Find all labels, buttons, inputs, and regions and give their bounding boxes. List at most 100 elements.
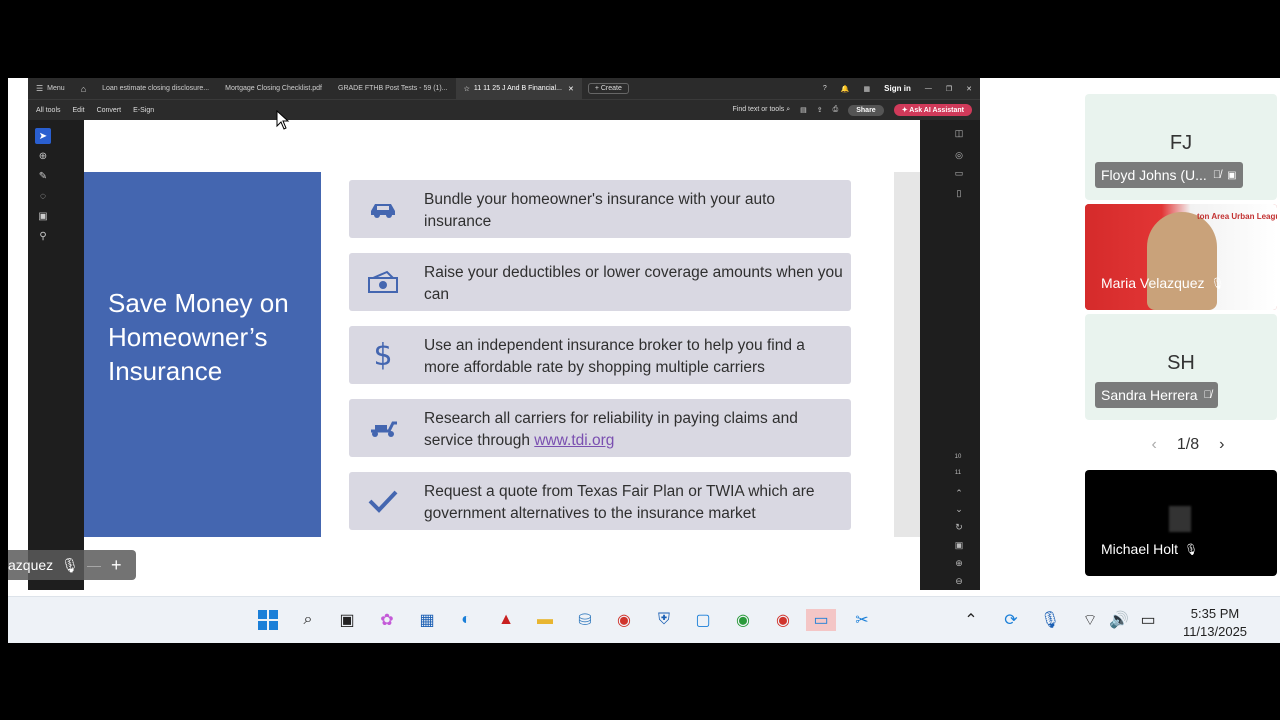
share-button[interactable]: Share [848, 104, 884, 116]
tip-text: Request a quote from Texas Fair Plan or … [424, 483, 815, 522]
file-explorer-icon[interactable]: ▬ [534, 609, 556, 631]
fit-page-icon[interactable]: ▣ [954, 540, 964, 550]
left-tool-rail: ➤ ⊕ ✎ ◌ ▣ ⚲ [28, 120, 84, 590]
tab-label: GRADE FTHB Post Tests - 59 (1)... [338, 85, 448, 92]
volume-icon[interactable]: 🔊 [1108, 609, 1130, 631]
tip-text: Use an independent insurance broker to h… [424, 337, 805, 376]
apps-icon[interactable]: ▦ [864, 85, 871, 93]
avatar-initials: FJ [1169, 132, 1193, 154]
microphone-icon: 🎙 [1210, 277, 1225, 290]
find-tools[interactable]: Find text or tools ⌕ [733, 106, 791, 114]
rotate-icon[interactable]: ↻ [954, 522, 964, 532]
remote-desktop-icon[interactable]: ▢ [692, 609, 714, 631]
checkmark-icon [365, 484, 401, 518]
print-icon[interactable]: ⎙ [833, 106, 839, 114]
zoom-out-icon[interactable]: ⊖ [954, 576, 964, 586]
acrobat-icon[interactable]: ▲ [495, 609, 517, 631]
page-up-icon[interactable]: ⌃ [954, 488, 964, 498]
shield-icon[interactable]: ⛨ [653, 609, 675, 631]
esign-menu[interactable]: E-Sign [133, 107, 154, 114]
edge-icon[interactable]: ◐ [455, 609, 477, 631]
zoom-in-icon[interactable]: ⊕ [954, 558, 964, 568]
car-icon [365, 192, 401, 226]
windows-start-icon[interactable] [257, 609, 279, 631]
chrome-profile-2-icon[interactable]: ◉ [772, 609, 794, 631]
convert-menu[interactable]: Convert [97, 107, 122, 114]
task-view-icon[interactable]: ▣ [336, 609, 358, 631]
help-icon[interactable]: ? [823, 85, 827, 92]
all-tools-menu[interactable]: All tools [36, 107, 61, 114]
bell-icon[interactable]: 🔔 [841, 85, 850, 93]
screen-share-icon: ▣ [1227, 169, 1237, 181]
microphone-icon[interactable]: 🎙 [1039, 609, 1061, 631]
chevron-right-icon[interactable]: › [1219, 436, 1224, 454]
participant-tile[interactable]: SH Sandra Herrera 🎙̸ [1085, 314, 1277, 420]
text-box-icon[interactable]: ▣ [35, 208, 51, 224]
pen-icon[interactable]: ✎ [35, 168, 51, 184]
tab-mortgage-checklist[interactable]: Mortgage Closing Checklist.pdf [217, 78, 330, 99]
comment-icon[interactable]: ◫ [954, 128, 964, 138]
document-page: Save Money on Homeowner’s Insurance Bund… [84, 120, 920, 590]
maximize-icon[interactable]: ❐ [946, 85, 952, 93]
view-icon[interactable]: ▤ [800, 106, 807, 114]
close-tab-icon[interactable]: ✕ [568, 85, 574, 93]
select-cursor-icon[interactable]: ➤ [35, 128, 51, 144]
participant-tile[interactable]: FJ Floyd Johns (U... 🎙̸ ▣ [1085, 94, 1277, 200]
zoom-app-icon[interactable]: ▭ [806, 609, 836, 631]
ai-label: Ask AI Assistant [909, 107, 964, 114]
chrome-profile-icon[interactable]: ◉ [732, 609, 754, 631]
pages-icon[interactable]: ▯ [954, 188, 964, 198]
wifi-icon[interactable]: ⌔ [1079, 609, 1101, 631]
tab-jb-financial[interactable]: ☆ 11 11 25 J And B Financial... ✕ [455, 78, 582, 99]
tdi-link[interactable]: www.tdi.org [534, 432, 614, 449]
page-number: 10 [954, 454, 962, 460]
battery-icon[interactable]: ▭ [1137, 609, 1159, 631]
ai-assistant-button[interactable]: ✦ Ask AI Assistant [893, 104, 972, 116]
menu-button[interactable]: ☰ Menu [28, 78, 73, 99]
speaker-name: azquez [8, 557, 54, 573]
close-window-icon[interactable]: ✕ [966, 85, 972, 93]
star-icon: ☆ [463, 85, 470, 93]
slide-title: Save Money on Homeowner’s Insurance [108, 288, 289, 386]
copilot-icon[interactable]: ✿ [376, 609, 398, 631]
tab-loan-estimate[interactable]: Loan estimate closing disclosure... [94, 78, 217, 99]
participant-tile[interactable]: Michael Holt 🎙 [1085, 470, 1277, 576]
bookmark-icon[interactable]: ▭ [954, 168, 964, 178]
layers-icon[interactable]: ◎ [954, 150, 964, 160]
speaker-name-tag: azquez 🎙 — + [8, 550, 136, 580]
plus-icon[interactable]: + [111, 555, 122, 576]
chevron-up-icon[interactable]: ⌃ [960, 609, 982, 631]
tab-grade-fthb[interactable]: GRADE FTHB Post Tests - 59 (1)... [330, 78, 456, 99]
windows-taskbar: ⌕ ▣ ✿ ▦ ◐ ▲ ▬ ⛁ ◉ ⛨ ▢ ◉ ◉ ▭ ✂ ⌃ ⟳ 🎙 ⌔ 🔊 … [8, 596, 1280, 643]
snipping-tool-icon[interactable]: ✂ [851, 609, 873, 631]
minus-icon[interactable]: — [87, 557, 101, 573]
sync-icon[interactable]: ⟳ [1000, 609, 1022, 631]
lasso-icon[interactable]: ◌ [35, 188, 51, 204]
edit-menu[interactable]: Edit [73, 107, 85, 114]
slide-title-panel: Save Money on Homeowner’s Insurance [84, 172, 321, 537]
tip-row: Bundle your homeowner's insurance with y… [349, 180, 851, 238]
chrome-icon[interactable]: ◉ [613, 609, 635, 631]
mic-muted-icon: 🎙̸ [1212, 169, 1222, 181]
chevron-left-icon[interactable]: ‹ [1152, 436, 1157, 454]
participant-name: Michael Holt [1101, 541, 1179, 557]
store-icon[interactable]: ▦ [416, 609, 438, 631]
participant-tile[interactable]: ton Area Urban League Maria Velazquez 🎙 [1085, 204, 1277, 310]
find-label: Find text or tools [732, 106, 785, 113]
tip-row: $ Use an independent insurance broker to… [349, 326, 851, 384]
home-button[interactable]: ⌂ [73, 78, 94, 99]
create-button[interactable]: + Create [587, 83, 629, 94]
page-down-icon[interactable]: ⌄ [954, 504, 964, 514]
upload-icon[interactable]: ⇪ [817, 106, 823, 114]
search-icon[interactable]: ⌕ [297, 609, 319, 631]
participant-label: Sandra Herrera 🎙̸ [1095, 382, 1218, 408]
acrobat-tabbar: ☰ Menu ⌂ Loan estimate closing disclosur… [28, 78, 980, 99]
minimize-icon[interactable]: — [925, 85, 932, 92]
system-clock[interactable]: 5:35 PM 11/13/2025 [1172, 605, 1258, 641]
sign-in-button[interactable]: Sign in [884, 84, 911, 93]
page-number: 11 [954, 470, 962, 476]
network-drive-icon[interactable]: ⛁ [574, 609, 596, 631]
zoom-icon[interactable]: ⊕ [35, 148, 51, 164]
participant-name: Maria Velazquez [1101, 275, 1205, 291]
stamp-icon[interactable]: ⚲ [35, 228, 51, 244]
